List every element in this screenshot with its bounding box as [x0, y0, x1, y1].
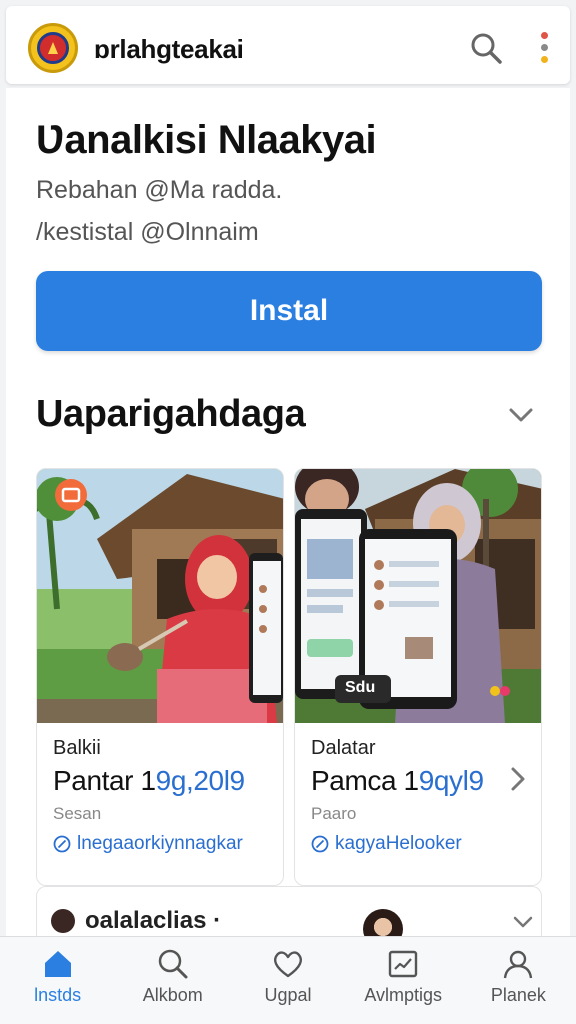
profile-icon — [504, 950, 533, 979]
bottom-navigation: lnstds Alkbom Ugpal Avlmptigs Planek — [0, 936, 576, 1024]
install-button[interactable]: Instal — [36, 271, 542, 351]
post-preview[interactable]: oalalaclias · — [36, 886, 542, 949]
crest-logo-icon[interactable] — [28, 23, 78, 73]
photo-overlay-label: Sdu — [345, 679, 376, 696]
tile-link-text: lnegaaorkiynnagkar — [77, 833, 243, 854]
chevron-right-icon[interactable] — [507, 765, 529, 793]
chart-icon — [389, 950, 418, 978]
screenshot-card[interactable]: Balkii Pantar 19g,20l9 Sesan lnegaaorkiy… — [36, 468, 284, 886]
nav-label: Ugpal — [264, 985, 312, 1005]
app-title: Ʋanalkisi Nlaakyai — [36, 118, 377, 162]
post-author: oalalaclias · — [85, 907, 222, 934]
screenshot-image — [37, 469, 283, 723]
app-category: /kestistal @Olnnaim — [36, 218, 259, 246]
home-icon — [44, 951, 71, 977]
tile-link[interactable]: lnegaaorkiynnagkar — [53, 833, 243, 855]
tile-category: Dalatar — [311, 737, 376, 759]
avatar — [51, 909, 75, 933]
nav-label: lnstds — [34, 985, 82, 1005]
nav-item-activity[interactable]: Avlmptigs — [346, 937, 461, 1024]
kebab-menu-icon[interactable] — [534, 30, 554, 66]
app-detail-card: Ʋanalkisi Nlaakyai Rebahan @Ma radda. /k… — [6, 88, 570, 949]
chevron-down-icon[interactable] — [511, 911, 535, 933]
nav-label: Alkbom — [142, 985, 203, 1005]
section-title: Uaparigahdaga — [36, 393, 306, 435]
tile-price-prefix: Pamca 1 — [311, 765, 419, 796]
screenshot-card[interactable]: Sdu Dalatar Pamca 19qyl9 Paaro kagyaHelo… — [294, 468, 542, 886]
tile-meta: Sesan — [53, 804, 102, 823]
tile-price-prefix: Pantar 1 — [53, 765, 156, 796]
app-brand-name: ɒrlahgteakai — [94, 34, 244, 64]
nav-item-favorites[interactable]: Ugpal — [230, 937, 345, 1024]
nav-item-home[interactable]: lnstds — [0, 937, 115, 1024]
tile-meta: Paaro — [311, 804, 357, 823]
tile-category: Balkii — [53, 737, 101, 759]
nav-label: Avlmptigs — [364, 985, 443, 1005]
tile-price: Pantar 19g,20l9 — [53, 765, 245, 797]
nav-item-search[interactable]: Alkbom — [115, 937, 230, 1024]
tile-link-text: kagyaHelooker — [335, 833, 462, 854]
app-developer[interactable]: Rebahan @Ma radda. — [36, 176, 282, 205]
top-app-bar: ɒrlahgteakai — [6, 6, 570, 84]
tile-price-highlight: 9qyl9 — [418, 765, 484, 796]
tile-price-highlight: 9g,20l9 — [155, 765, 245, 796]
chevron-down-icon[interactable] — [506, 400, 536, 430]
tile-price: Pamca 19qyl9 — [311, 765, 484, 797]
nav-item-profile[interactable]: Planek — [461, 937, 576, 1024]
compass-icon — [53, 835, 71, 853]
compass-icon — [311, 835, 329, 853]
nav-label: Planek — [490, 985, 546, 1005]
search-icon[interactable] — [468, 30, 504, 66]
tile-link[interactable]: kagyaHelooker — [311, 833, 462, 855]
heart-icon — [274, 951, 302, 978]
search-icon — [158, 949, 188, 979]
screenshot-image: Sdu — [295, 469, 541, 723]
